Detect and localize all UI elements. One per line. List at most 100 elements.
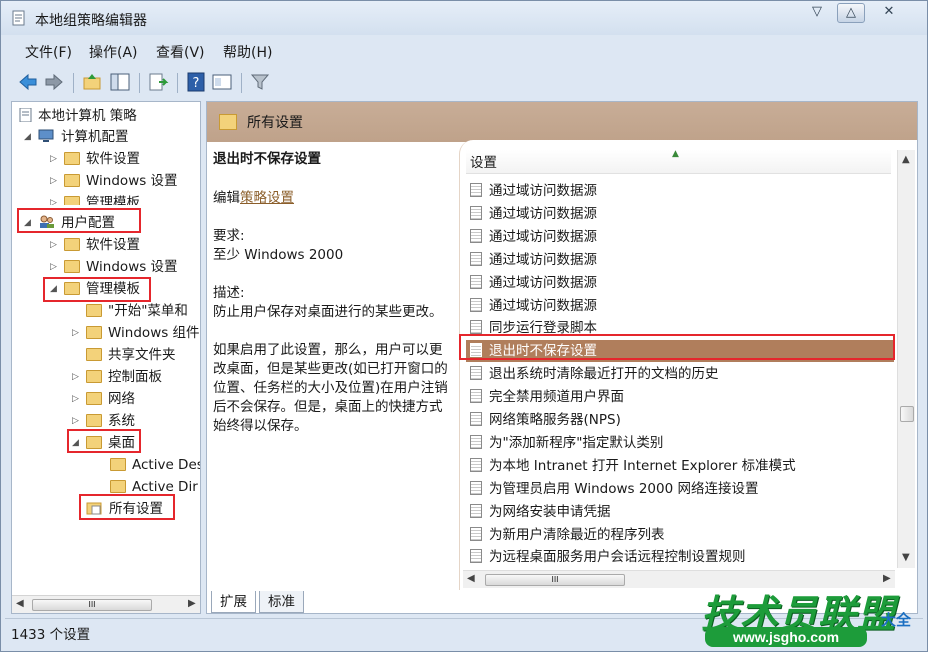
tree-item-system[interactable]: ▷ 系统 — [72, 411, 135, 431]
expand-arrow-icon[interactable]: ▷ — [50, 235, 57, 255]
scroll-thumb[interactable]: III — [32, 599, 152, 611]
setting-row-label: 通过域访问数据源 — [489, 228, 597, 245]
expand-arrow-icon[interactable]: ▷ — [50, 149, 57, 169]
expand-arrow-icon[interactable]: ▷ — [72, 367, 79, 387]
tree-root-label: 本地计算机 策略 — [38, 108, 137, 124]
setting-row[interactable]: 网络策略服务器(NPS) — [466, 409, 894, 431]
setting-row-label: 网络策略服务器(NPS) — [489, 412, 621, 428]
tree-root[interactable]: 本地计算机 策略 — [18, 106, 137, 126]
scroll-down-icon[interactable]: ▼ — [902, 552, 910, 563]
scroll-thumb[interactable]: III — [485, 574, 625, 586]
setting-row[interactable]: 通过域访问数据源 — [466, 226, 894, 248]
expand-arrow-icon[interactable]: ▷ — [50, 171, 57, 191]
menu-file[interactable]: 文件(F) — [25, 42, 72, 62]
show-hide-tree-icon[interactable] — [109, 71, 131, 93]
setting-row[interactable]: 通过域访问数据源 — [466, 295, 894, 317]
watermark-url: www.jsgho.com — [705, 627, 867, 647]
column-header-setting[interactable]: ▲ 设置 — [466, 149, 891, 174]
help-icon[interactable]: ? — [185, 71, 207, 93]
list-vertical-scrollbar[interactable]: ▲ ▼ — [897, 150, 915, 568]
edit-line: 编辑策略设置 — [213, 189, 451, 208]
expand-arrow-icon[interactable]: ▷ — [72, 389, 79, 409]
expand-arrow-icon[interactable]: ▷ — [72, 323, 79, 343]
setting-row[interactable]: 为远程桌面服务用户会话远程控制设置规则 — [466, 546, 894, 568]
scroll-right-icon[interactable]: ▶ — [188, 598, 196, 609]
tree-item-computer-config[interactable]: ◢ 计算机配置 — [24, 127, 129, 147]
tree-item-software-settings[interactable]: ▷ 软件设置 — [50, 235, 140, 255]
maximize-button[interactable]: △ — [837, 3, 865, 23]
tab-standard[interactable]: 标准 — [259, 591, 304, 613]
expand-arrow-icon[interactable]: ▷ — [72, 411, 79, 431]
folder-icon — [86, 304, 102, 317]
settings-list[interactable]: ▲ 设置 通过域访问数据源 通过域访问数据源 通过域访问数据源 通过域访问数据源 通过域… — [459, 140, 917, 590]
tree-item-shared-folders[interactable]: 共享文件夹 — [86, 345, 176, 365]
setting-row[interactable]: 为管理员启用 Windows 2000 网络连接设置 — [466, 478, 894, 500]
tree-item-label: Active Dir — [132, 479, 198, 495]
description-text: 防止用户保存对桌面进行的某些更改。 — [213, 304, 443, 320]
setting-row[interactable]: 为新用户清除最近的程序列表 — [466, 524, 894, 546]
policy-setting-icon — [470, 297, 482, 312]
policy-setting-icon — [470, 366, 482, 381]
expand-arrow-icon[interactable]: ▷ — [50, 193, 57, 205]
menu-help[interactable]: 帮助(H) — [223, 42, 272, 62]
scroll-left-icon[interactable]: ◀ — [467, 573, 475, 584]
tree-item-label: 共享文件夹 — [108, 347, 176, 363]
column-header-label: 设置 — [470, 155, 497, 171]
tree-item-network[interactable]: ▷ 网络 — [72, 389, 135, 409]
setting-row[interactable]: 为"添加新程序"指定默认类别 — [466, 432, 894, 454]
tree-item-windows-settings[interactable]: ▷ Windows 设置 — [50, 171, 178, 191]
expand-arrow-icon[interactable]: ▷ — [50, 257, 57, 277]
tree-pane[interactable]: 本地计算机 策略 ◢ 计算机配置 ▷ 软件设置 ▷ Windows 设置 ▷ 管… — [11, 101, 201, 614]
highlight-selected-setting — [459, 334, 895, 360]
edit-policy-link[interactable]: 策略设置 — [240, 190, 294, 206]
description: 描述: 防止用户保存对桌面进行的某些更改。 — [213, 284, 451, 322]
setting-row[interactable]: 为本地 Intranet 打开 Internet Explorer 标准模式 — [466, 455, 894, 477]
tab-extended[interactable]: 扩展 — [211, 591, 256, 613]
forward-arrow-icon[interactable] — [43, 71, 65, 93]
tree-item-control-panel[interactable]: ▷ 控制面板 — [72, 367, 162, 387]
requirements: 要求: 至少 Windows 2000 — [213, 227, 451, 265]
setting-row[interactable]: 退出系统时清除最近打开的文档的历史 — [466, 363, 894, 385]
close-button[interactable]: ✕ — [867, 3, 911, 23]
scroll-left-icon[interactable]: ◀ — [16, 598, 24, 609]
export-list-icon[interactable] — [147, 71, 169, 93]
tree-item-active-desktop[interactable]: Active Des — [110, 455, 200, 475]
policy-setting-icon — [470, 251, 482, 266]
highlight-user-config — [17, 208, 141, 233]
description-label: 描述: — [213, 285, 245, 301]
tree-item-software-settings[interactable]: ▷ 软件设置 — [50, 149, 140, 169]
tree-item-start-menu[interactable]: "开始"菜单和 — [86, 301, 200, 321]
tree-horizontal-scrollbar[interactable]: ◀ III ▶ — [12, 595, 200, 613]
policy-setting-icon — [470, 205, 482, 220]
setting-row[interactable]: 通过域访问数据源 — [466, 180, 894, 202]
setting-row[interactable]: 通过域访问数据源 — [466, 272, 894, 294]
toolbar-separator — [139, 73, 140, 93]
details-header: 所有设置 — [207, 102, 917, 142]
setting-row[interactable]: 通过域访问数据源 — [466, 203, 894, 225]
menu-action[interactable]: 操作(A) — [89, 42, 138, 62]
detail-text: 如果启用了此设置，那么，用户可以更改桌面，但是某些更改(如已打开窗口的位置、任务… — [213, 342, 448, 434]
setting-row-label: 通过域访问数据源 — [489, 297, 597, 314]
tree-item-windows-settings[interactable]: ▷ Windows 设置 — [50, 257, 178, 277]
tree-item-windows-components[interactable]: ▷ Windows 组件 — [72, 323, 200, 343]
setting-row[interactable]: 为网络安装申请凭据 — [466, 501, 894, 523]
properties-icon[interactable] — [211, 71, 233, 93]
scroll-up-icon[interactable]: ▲ — [902, 154, 910, 165]
back-arrow-icon[interactable] — [17, 71, 39, 93]
title-bar[interactable]: 本地组策略编辑器 ▽ △ ✕ — [1, 1, 927, 35]
scroll-thumb[interactable] — [900, 406, 914, 422]
policy-setting-icon — [470, 480, 482, 495]
setting-row[interactable]: 完全禁用频道用户界面 — [466, 386, 894, 408]
tree-item-admin-templates[interactable]: ▷ 管理模板 — [50, 193, 140, 205]
gpedit-window: 本地组策略编辑器 ▽ △ ✕ 文件(F) 操作(A) 查看(V) 帮助(H) ?… — [0, 0, 928, 652]
requirement-label: 要求: — [213, 228, 245, 244]
folder-icon — [110, 480, 126, 493]
filter-icon[interactable] — [249, 71, 271, 93]
setting-row[interactable]: 通过域访问数据源 — [466, 249, 894, 271]
menu-view[interactable]: 查看(V) — [156, 42, 205, 62]
collapse-arrow-icon[interactable]: ◢ — [24, 127, 31, 147]
up-folder-icon[interactable] — [81, 71, 103, 93]
minimize-button[interactable]: ▽ — [797, 3, 837, 23]
close-icon: ✕ — [883, 4, 895, 19]
requirement-value: 至少 Windows 2000 — [213, 247, 344, 263]
